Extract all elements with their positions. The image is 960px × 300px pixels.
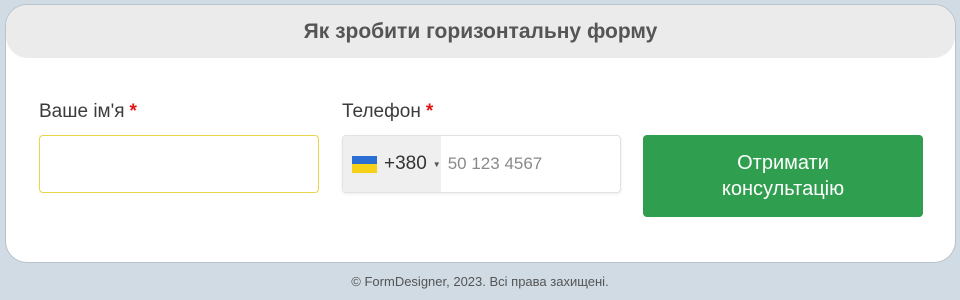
name-required-mark: *	[129, 101, 137, 122]
country-code-select[interactable]: +380 ▼	[343, 136, 441, 192]
form-card: Як зробити горизонтальну форму Ваше ім'я…	[5, 4, 956, 263]
name-label-text: Ваше ім'я	[39, 101, 125, 122]
button-label-line1: Отримати	[737, 152, 829, 174]
get-consultation-button[interactable]: Отримати консультацію	[643, 135, 923, 217]
phone-input[interactable]	[440, 136, 669, 192]
phone-field: +380 ▼	[342, 135, 669, 193]
form-title: Як зробити горизонтальну форму	[303, 19, 658, 43]
caret-down-icon: ▼	[432, 159, 441, 169]
phone-label-text: Телефон	[342, 101, 421, 122]
phone-label: Телефон *	[342, 101, 433, 123]
name-label: Ваше ім'я *	[39, 101, 137, 123]
phone-required-mark: *	[425, 101, 434, 122]
name-input[interactable]	[39, 135, 319, 193]
ukraine-flag-icon	[352, 155, 377, 173]
button-label-line2: консультацію	[721, 178, 845, 200]
form-header: Як зробити горизонтальну форму	[6, 5, 955, 58]
dial-code: +380	[384, 153, 427, 174]
footer-copyright: © FormDesigner, 2023. Всі права захищені…	[351, 274, 609, 289]
